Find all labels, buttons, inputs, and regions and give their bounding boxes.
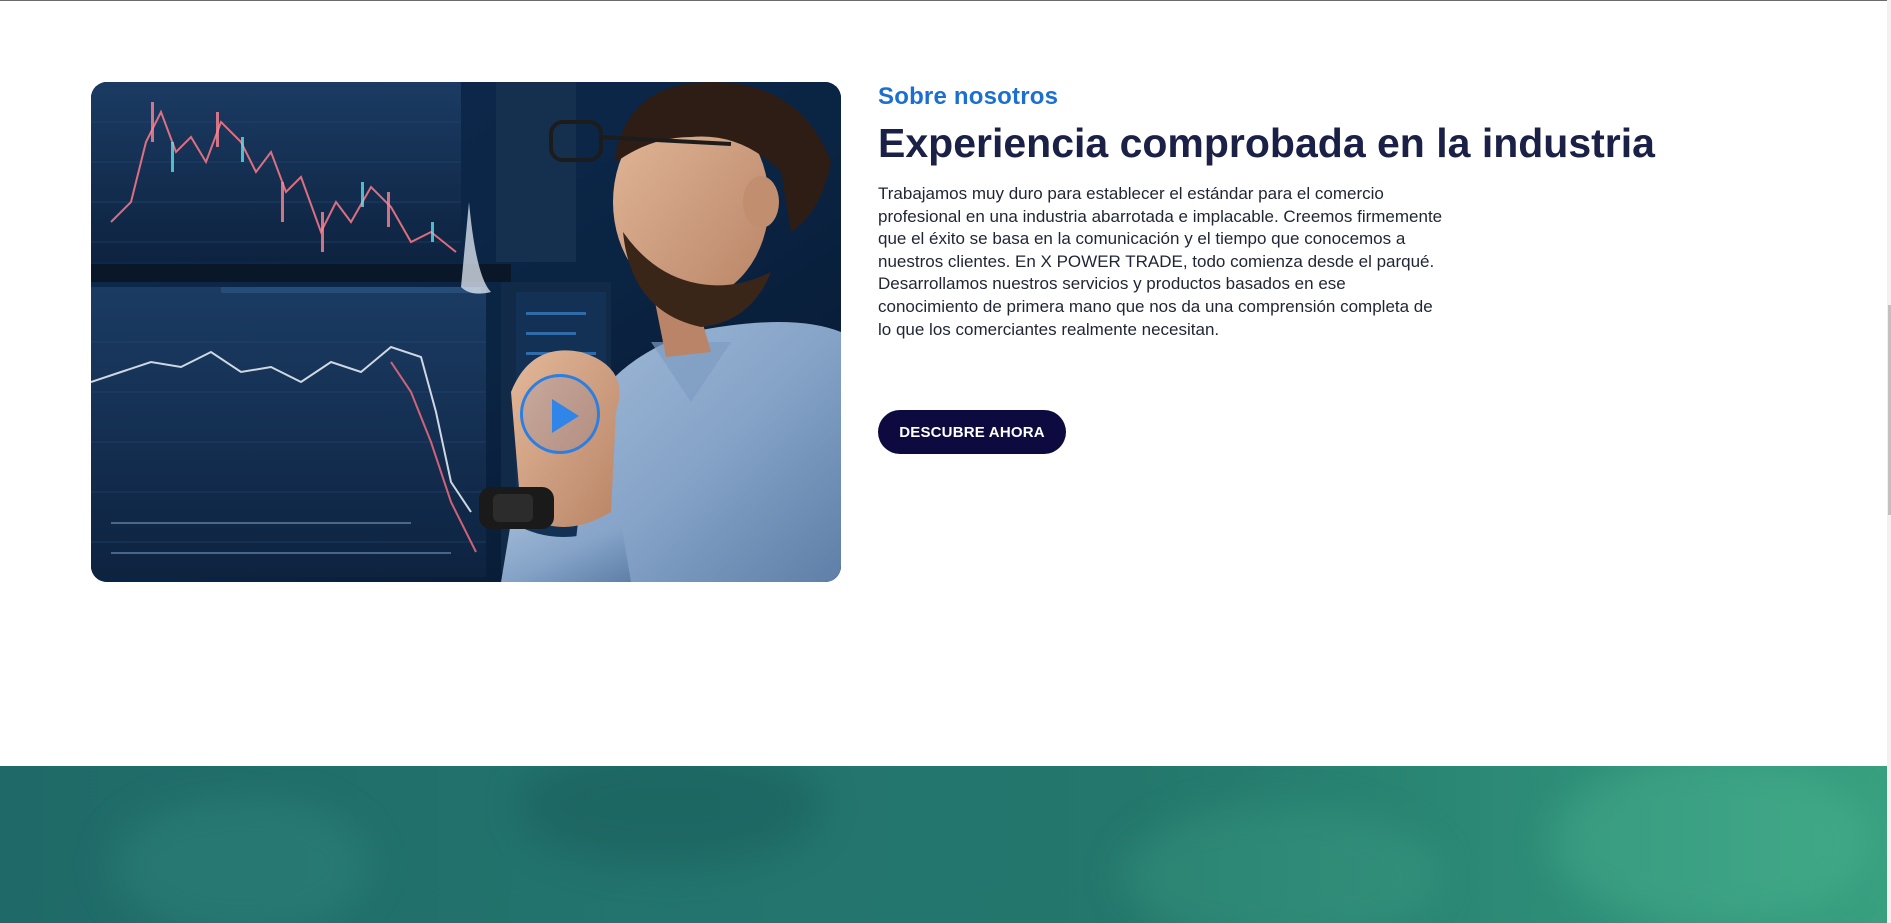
- play-icon: [552, 399, 579, 433]
- trader-photo: [91, 82, 841, 582]
- section-eyebrow: Sobre nosotros: [878, 83, 1059, 110]
- section-headline: Experiencia comprobada en la industria: [878, 120, 1655, 166]
- play-video-button[interactable]: [520, 374, 600, 454]
- discover-now-button[interactable]: DESCUBRE AHORA: [878, 410, 1066, 454]
- next-section-banner: [0, 766, 1887, 923]
- section-body-text: Trabajamos muy duro para establecer el e…: [878, 184, 1443, 339]
- page-scrollbar[interactable]: [1887, 0, 1891, 923]
- page: Sobre nosotros Experiencia comprobada en…: [0, 0, 1891, 923]
- top-divider: [0, 0, 1891, 1]
- about-video-thumbnail[interactable]: [91, 82, 841, 582]
